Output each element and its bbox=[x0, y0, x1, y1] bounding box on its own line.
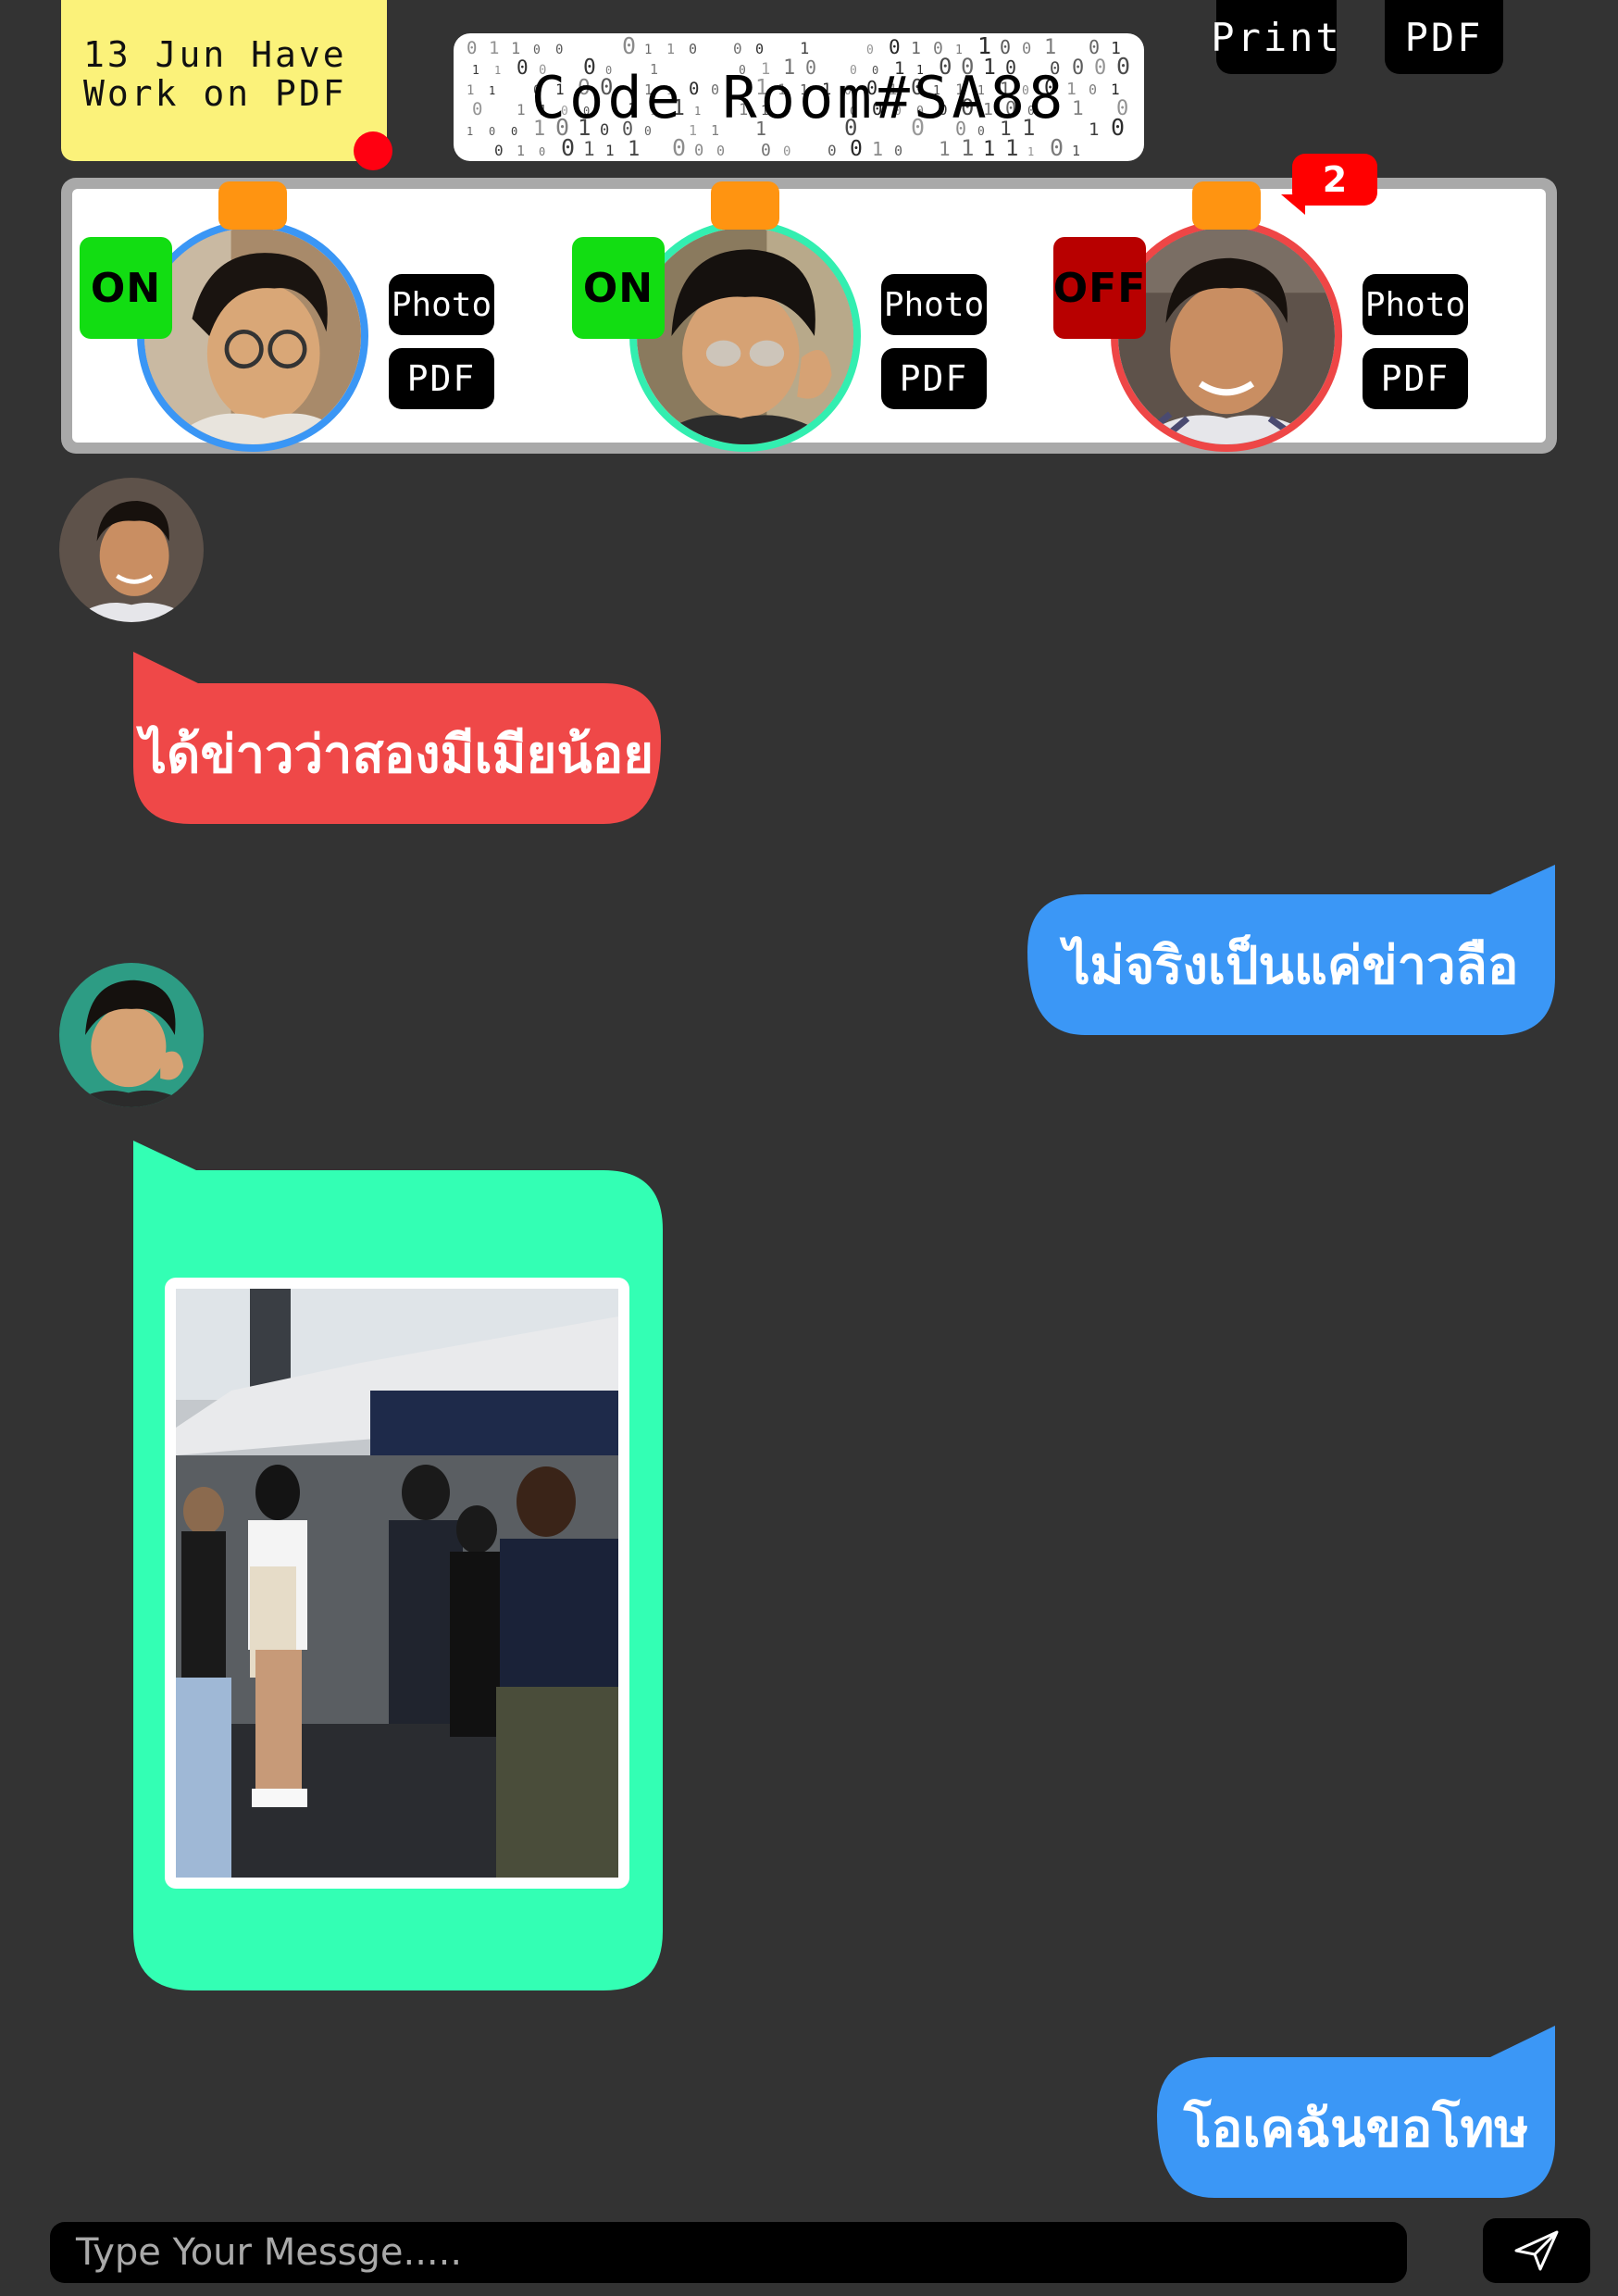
members-panel-inner: ON Photo PDF ON Photo PDF OFF Photo PDF bbox=[72, 181, 1546, 452]
pdf-button[interactable]: PDF bbox=[1385, 0, 1503, 74]
member-tab-3 bbox=[1192, 181, 1261, 230]
sender-avatar-2[interactable] bbox=[59, 963, 204, 1107]
status-badge-3: OFF bbox=[1053, 237, 1146, 339]
member-tab-1 bbox=[218, 181, 287, 230]
send-icon bbox=[1514, 2230, 1559, 2271]
member-photo-1 bbox=[144, 228, 361, 444]
note-alert-dot bbox=[354, 131, 392, 170]
sticky-note: 13 Jun Have Work on PDF bbox=[61, 0, 387, 161]
note-line-2: Work on PDF bbox=[83, 73, 347, 114]
shared-photo bbox=[176, 1289, 618, 1878]
notification-badge[interactable]: 2 bbox=[1292, 154, 1377, 206]
member-3-pdf-button[interactable]: PDF bbox=[1363, 348, 1468, 409]
room-title: Code Room#SA88 bbox=[530, 63, 1067, 131]
member-3-photo-button[interactable]: Photo bbox=[1363, 274, 1468, 335]
member-card-2: ON Photo PDF bbox=[570, 181, 1033, 452]
message-text-1: ได้ข่าวว่าสองมีเมียน้อย bbox=[140, 723, 654, 785]
member-card-3: OFF Photo PDF bbox=[1052, 181, 1514, 452]
member-photo-3 bbox=[1118, 228, 1335, 444]
member-2-photo-button[interactable]: Photo bbox=[881, 274, 987, 335]
member-tab-2 bbox=[711, 181, 779, 230]
send-button[interactable] bbox=[1483, 2218, 1590, 2283]
member-card-1: ON Photo PDF bbox=[78, 181, 541, 452]
status-badge-2: ON bbox=[572, 237, 665, 339]
sender-photo-2 bbox=[59, 963, 204, 1107]
note-line-1: 13 Jun Have bbox=[83, 34, 347, 75]
room-title-banner: 0110001100010010110010111000010110001100… bbox=[454, 33, 1144, 161]
sender-photo-1 bbox=[59, 478, 204, 622]
sender-avatar-1[interactable] bbox=[59, 478, 204, 622]
member-1-pdf-button[interactable]: PDF bbox=[389, 348, 494, 409]
print-button[interactable]: Print bbox=[1211, 0, 1339, 74]
member-1-photo-button[interactable]: Photo bbox=[389, 274, 494, 335]
message-text-2: ไม่จริงเป็นแค่ข่าวลือ bbox=[1064, 934, 1519, 996]
members-panel: ON Photo PDF ON Photo PDF OFF Photo PDF … bbox=[61, 154, 1557, 454]
message-input[interactable]: Type Your Messge..... bbox=[50, 2222, 1407, 2283]
message-text-4: โอเคฉันขอโทษ bbox=[1183, 2097, 1529, 2159]
member-2-pdf-button[interactable]: PDF bbox=[881, 348, 987, 409]
status-badge-1: ON bbox=[80, 237, 172, 339]
member-photo-2 bbox=[637, 228, 853, 444]
shared-photo-frame[interactable] bbox=[165, 1278, 629, 1889]
